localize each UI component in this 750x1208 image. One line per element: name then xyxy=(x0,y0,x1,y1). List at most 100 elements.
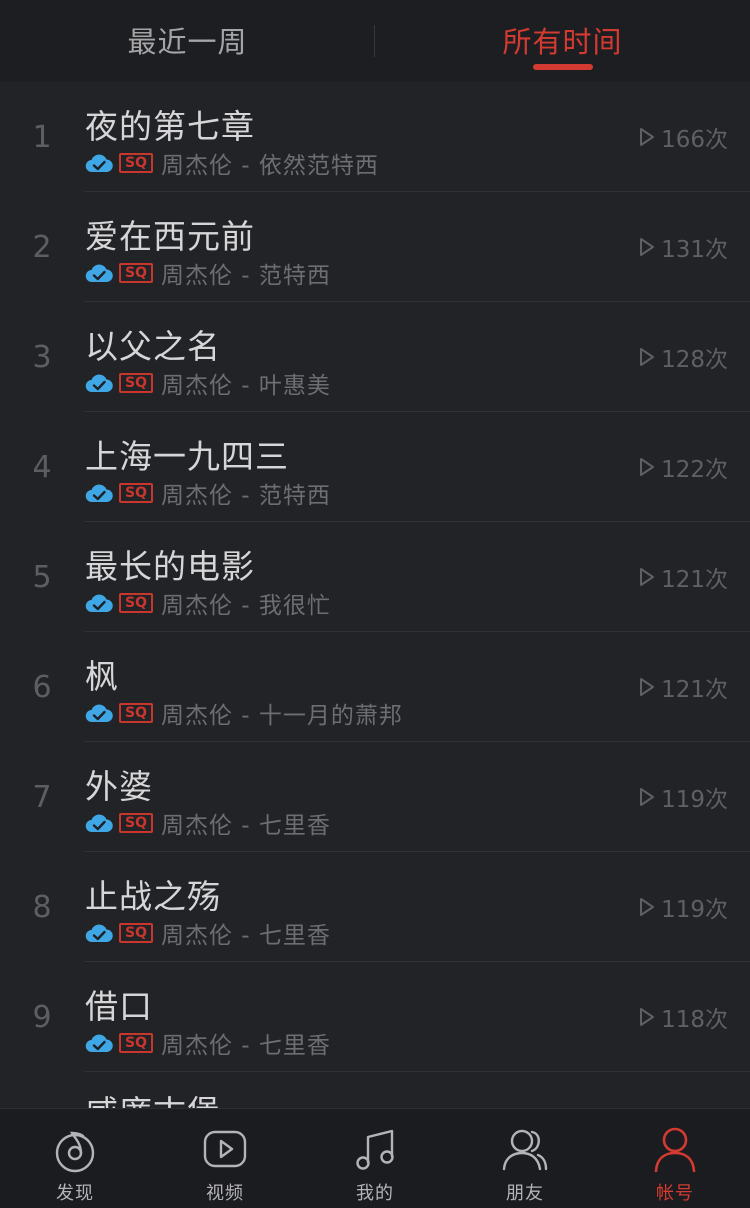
tab-recent-week-label: 最近一周 xyxy=(127,25,248,59)
song-title: 枫 xyxy=(85,657,119,696)
song-meta: SQ 周杰伦 - 我很忙 xyxy=(85,588,331,619)
play-count-value: 118次 xyxy=(661,1007,728,1033)
sq-quality-badge: SQ xyxy=(119,153,153,173)
sq-quality-badge: SQ xyxy=(119,593,153,613)
play-count-value: 166次 xyxy=(661,127,728,153)
sq-quality-badge: SQ xyxy=(119,813,153,833)
song-row[interactable]: 7 外婆 SQ 周杰伦 - 七里香 119次 xyxy=(0,742,750,852)
account-icon xyxy=(654,1127,696,1173)
song-meta: SQ 周杰伦 - 七里香 xyxy=(85,808,331,839)
song-row[interactable]: 9 借口 SQ 周杰伦 - 七里香 118次 xyxy=(0,962,750,1072)
sq-quality-badge: SQ xyxy=(119,703,153,723)
nav-account[interactable]: 帐号 xyxy=(600,1109,750,1208)
song-row[interactable]: 6 枫 SQ 周杰伦 - 十一月的萧邦 121次 xyxy=(0,632,750,742)
song-row[interactable]: 2 爱在西元前 SQ 周杰伦 - 范特西 131次 xyxy=(0,192,750,302)
play-count: 121次 xyxy=(639,632,728,742)
song-rank: 7 xyxy=(32,779,52,815)
song-rank: 2 xyxy=(32,229,52,265)
cloud-check-icon xyxy=(85,704,113,723)
music-note-icon xyxy=(356,1129,394,1170)
song-title: 借口 xyxy=(85,987,153,1026)
cloud-check-icon xyxy=(85,594,113,613)
play-count-value: 121次 xyxy=(661,567,728,593)
song-rank: 4 xyxy=(32,449,52,485)
cloud-check-icon xyxy=(85,264,113,283)
nav-label: 发现 xyxy=(56,1183,94,1204)
song-artist-album: 周杰伦 - 七里香 xyxy=(161,1033,331,1059)
song-row[interactable]: 威廉古堡 xyxy=(0,1072,750,1108)
play-count: 166次 xyxy=(639,82,728,192)
song-artist-album: 周杰伦 - 七里香 xyxy=(161,923,331,949)
cloud-check-icon xyxy=(85,1034,113,1053)
nav-label: 帐号 xyxy=(656,1183,694,1204)
song-title: 以父之名 xyxy=(85,327,221,366)
tab-all-time-label: 所有时间 xyxy=(502,25,623,59)
play-count: 128次 xyxy=(639,302,728,412)
play-count-value: 131次 xyxy=(661,237,728,263)
sq-quality-badge: SQ xyxy=(119,483,153,503)
play-count-value: 119次 xyxy=(661,787,728,813)
nav-video[interactable]: 视频 xyxy=(150,1109,300,1208)
play-count-value: 119次 xyxy=(661,897,728,923)
song-row[interactable]: 1 夜的第七章 SQ 周杰伦 - 依然范特西 166次 xyxy=(0,82,750,192)
song-title: 最长的电影 xyxy=(85,547,255,586)
song-meta: SQ 周杰伦 - 范特西 xyxy=(85,478,331,509)
song-artist-album: 周杰伦 - 叶惠美 xyxy=(161,373,331,399)
song-meta: SQ 周杰伦 - 范特西 xyxy=(85,258,331,289)
song-row[interactable]: 8 止战之殇 SQ 周杰伦 - 七里香 119次 xyxy=(0,852,750,962)
bottom-navigation: 发现 视频 我的 朋友 帐号 xyxy=(0,1108,750,1208)
play-count-value: 128次 xyxy=(661,347,728,373)
play-count: 122次 xyxy=(639,412,728,522)
song-rank: 1 xyxy=(32,119,52,155)
play-count: 119次 xyxy=(639,852,728,962)
play-count: 118次 xyxy=(639,962,728,1072)
song-artist-album: 周杰伦 - 十一月的萧邦 xyxy=(161,703,403,729)
song-meta: SQ 周杰伦 - 依然范特西 xyxy=(85,148,379,179)
tab-all-time[interactable]: 所有时间 xyxy=(375,0,750,82)
play-count: 131次 xyxy=(639,192,728,302)
nav-discover[interactable]: 发现 xyxy=(0,1109,150,1208)
song-title: 夜的第七章 xyxy=(85,107,255,146)
song-artist-album: 周杰伦 - 七里香 xyxy=(161,813,331,839)
nav-my-music[interactable]: 我的 xyxy=(300,1109,450,1208)
video-icon xyxy=(203,1130,247,1168)
song-artist-album: 周杰伦 - 依然范特西 xyxy=(161,153,379,179)
song-row[interactable]: 5 最长的电影 SQ 周杰伦 - 我很忙 121次 xyxy=(0,522,750,632)
play-triangle-icon xyxy=(640,1008,655,1026)
sq-quality-badge: SQ xyxy=(119,1033,153,1053)
song-row[interactable]: 4 上海一九四三 SQ 周杰伦 - 范特西 122次 xyxy=(0,412,750,522)
cloud-check-icon xyxy=(85,374,113,393)
active-tab-indicator xyxy=(532,64,593,70)
tab-recent-week[interactable]: 最近一周 xyxy=(0,0,375,82)
song-rank: 5 xyxy=(32,559,52,595)
song-title: 止战之殇 xyxy=(85,877,221,916)
nav-label: 我的 xyxy=(356,1183,394,1204)
cloud-check-icon xyxy=(85,814,113,833)
nav-label: 朋友 xyxy=(506,1183,544,1204)
cloud-check-icon xyxy=(85,484,113,503)
song-row[interactable]: 3 以父之名 SQ 周杰伦 - 叶惠美 128次 xyxy=(0,302,750,412)
song-artist-album: 周杰伦 - 我很忙 xyxy=(161,593,331,619)
nav-friends[interactable]: 朋友 xyxy=(450,1109,600,1208)
song-artist-album: 周杰伦 - 范特西 xyxy=(161,483,331,509)
cloud-check-icon xyxy=(85,924,113,943)
play-triangle-icon xyxy=(640,348,655,366)
sq-quality-badge: SQ xyxy=(119,373,153,393)
play-triangle-icon xyxy=(640,568,655,586)
song-title: 上海一九四三 xyxy=(85,437,289,476)
song-rank: 9 xyxy=(32,999,52,1035)
song-meta: SQ 周杰伦 - 七里香 xyxy=(85,1028,331,1059)
play-triangle-icon xyxy=(640,788,655,806)
play-triangle-icon xyxy=(640,898,655,916)
song-ranking-list: 1 夜的第七章 SQ 周杰伦 - 依然范特西 166次 2 爱在西元前 SQ 周… xyxy=(0,82,750,1108)
nav-label: 视频 xyxy=(206,1183,244,1204)
sq-quality-badge: SQ xyxy=(119,263,153,283)
play-count-value: 122次 xyxy=(661,457,728,483)
song-title: 爱在西元前 xyxy=(85,217,255,256)
song-title: 威廉古堡 xyxy=(85,1086,221,1108)
song-title: 外婆 xyxy=(85,767,153,806)
play-triangle-icon xyxy=(640,238,655,256)
play-triangle-icon xyxy=(640,128,655,146)
play-triangle-icon xyxy=(640,678,655,696)
play-count: 121次 xyxy=(639,522,728,632)
